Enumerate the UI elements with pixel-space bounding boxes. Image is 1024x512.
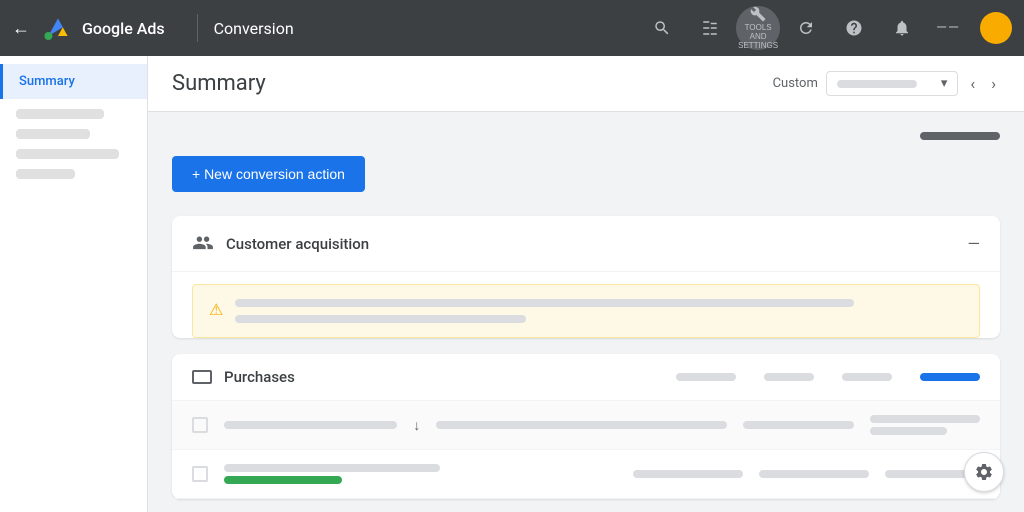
warning-text-line1 xyxy=(235,299,854,307)
warning-banner: ⚠ xyxy=(192,284,980,338)
nav-divider xyxy=(197,14,198,42)
warning-triangle-icon: ⚠ xyxy=(209,300,223,319)
table-header-row: ↓ xyxy=(172,401,1000,450)
row-tag-1 xyxy=(224,476,342,484)
sidebar-placeholder-4 xyxy=(16,169,75,179)
date-dropdown[interactable]: ▾ xyxy=(826,71,959,96)
content-inner: + New conversion action Customer acquisi… xyxy=(148,112,1024,512)
col-header-3 xyxy=(743,421,853,429)
sort-icon[interactable]: ↓ xyxy=(413,417,420,434)
purchases-header-ph2 xyxy=(764,373,814,381)
next-chevron-icon[interactable]: › xyxy=(987,70,1000,97)
date-filter-label: Custom xyxy=(773,76,818,91)
purchases-header-ph3 xyxy=(842,373,892,381)
top-right-placeholder xyxy=(920,132,1000,140)
row-name-1 xyxy=(224,464,440,472)
avatar[interactable] xyxy=(980,12,1012,44)
col-header-2 xyxy=(436,421,727,429)
sidebar-placeholder-3 xyxy=(16,149,119,159)
section-header-customer: Customer acquisition — xyxy=(172,216,1000,272)
prev-chevron-icon[interactable]: ‹ xyxy=(966,70,979,97)
dropdown-arrow-icon: ▾ xyxy=(941,76,948,91)
top-nav: ← Google Ads Conversion TOOLS ANDSETTING… xyxy=(0,0,1024,56)
header-right: Custom ▾ ‹ › xyxy=(773,70,1000,97)
logo-text: Google Ads xyxy=(82,19,165,38)
customer-acquisition-section: Customer acquisition — ⚠ xyxy=(172,216,1000,338)
row-checkbox-1[interactable] xyxy=(192,466,208,482)
help-nav-button[interactable] xyxy=(832,6,876,50)
sidebar-placeholder-1 xyxy=(16,109,104,119)
col-header-4b xyxy=(870,427,947,435)
new-conversion-action-button[interactable]: + New conversion action xyxy=(172,156,365,192)
nav-icons: TOOLS ANDSETTINGS —— xyxy=(640,6,1012,50)
nav-separator: —— xyxy=(936,20,960,36)
tools-icon-label: TOOLS ANDSETTINGS xyxy=(736,23,780,50)
content-header: Summary Custom ▾ ‹ › xyxy=(148,56,1024,112)
app-body: Summary Summary Custom ▾ ‹ › xyxy=(0,56,1024,512)
row-val-1a xyxy=(633,470,743,478)
warning-text-line2 xyxy=(235,315,526,323)
content-title: Summary xyxy=(172,71,266,96)
purchases-header-ph1 xyxy=(676,373,736,381)
sidebar-item-summary[interactable]: Summary xyxy=(0,64,147,99)
columns-nav-button[interactable] xyxy=(688,6,732,50)
date-value xyxy=(837,80,917,88)
section-collapse-icon[interactable]: — xyxy=(968,234,981,253)
google-ads-logo-icon xyxy=(42,12,74,44)
warning-content xyxy=(235,299,963,323)
google-ads-logo: Google Ads xyxy=(42,12,165,44)
refresh-nav-button[interactable] xyxy=(784,6,828,50)
purchases-action-link[interactable] xyxy=(920,373,980,381)
sidebar-placeholder-2 xyxy=(16,129,90,139)
purchases-section: Purchases ↓ xyxy=(172,354,1000,499)
settings-fab-button[interactable] xyxy=(964,452,1004,492)
main-content: Summary Custom ▾ ‹ › + New conversion ac… xyxy=(148,56,1024,512)
back-button[interactable]: ← xyxy=(12,18,30,39)
sidebar: Summary xyxy=(0,56,148,512)
purchases-card-icon xyxy=(192,370,212,384)
notifications-nav-button[interactable] xyxy=(880,6,924,50)
table-row xyxy=(172,450,1000,499)
row-val-1b xyxy=(759,470,869,478)
customer-acquisition-icon xyxy=(192,232,214,255)
section-header-purchases: Purchases xyxy=(172,354,1000,401)
section-title-customer: Customer acquisition xyxy=(226,235,369,253)
page-title: Conversion xyxy=(214,19,294,38)
section-title-purchases: Purchases xyxy=(224,368,295,386)
header-checkbox[interactable] xyxy=(192,417,208,433)
col-header-1 xyxy=(224,421,397,429)
search-nav-button[interactable] xyxy=(640,6,684,50)
tools-nav-button[interactable]: TOOLS ANDSETTINGS xyxy=(736,6,780,50)
col-header-4a xyxy=(870,415,980,423)
